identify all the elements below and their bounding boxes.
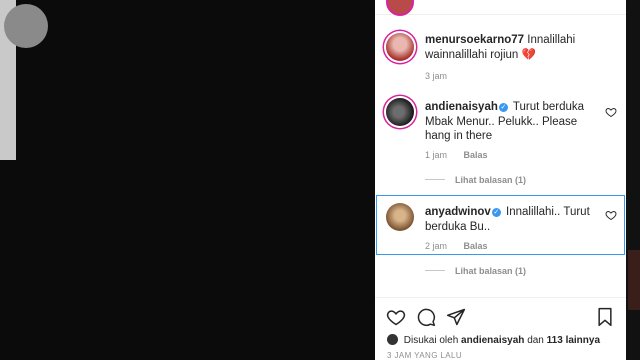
share-icon[interactable] — [446, 307, 466, 327]
avatar[interactable] — [386, 33, 414, 61]
avatar[interactable] — [386, 203, 414, 231]
likes-count[interactable]: 113 lainnya — [547, 335, 600, 346]
post-actions: Disukai oleh andienaisyah dan 113 lainny… — [375, 297, 626, 360]
avatar[interactable] — [386, 0, 414, 16]
divider — [425, 270, 445, 271]
comment-meta: 1 jam Balas — [425, 150, 502, 160]
likes-summary: Disukai oleh andienaisyah dan 113 lainny… — [387, 334, 600, 346]
likes-prefix: Disukai oleh — [403, 335, 459, 346]
background-thumbnail — [0, 0, 48, 160]
view-replies-label: Lihat balasan (1) — [455, 266, 527, 276]
view-replies-button[interactable]: Lihat balasan (1) — [425, 266, 526, 276]
verified-badge-icon: ✓ — [491, 208, 501, 217]
comment-text: anyadwinov ✓ Innalillahi.. Turut berduka … — [425, 205, 595, 234]
comment-icon[interactable] — [416, 307, 436, 327]
comment-time[interactable]: 1 jam — [425, 150, 447, 160]
comment-text: menursoekarno77 Innalillahi wainnalillah… — [425, 33, 595, 62]
comment-meta: 2 jam Balas — [425, 241, 502, 251]
likes-middle: dan — [527, 335, 544, 346]
bookmark-icon[interactable] — [595, 307, 615, 327]
heart-icon[interactable] — [605, 209, 617, 221]
comment-username[interactable]: andienaisyah — [425, 101, 498, 113]
comment-time[interactable]: 2 jam — [425, 241, 447, 251]
avatar[interactable] — [386, 98, 414, 126]
reply-button[interactable]: Balas — [464, 150, 488, 160]
video-area — [0, 0, 375, 360]
comment-username[interactable]: menursoekarno77 — [425, 34, 524, 46]
background-right-deco — [628, 250, 640, 310]
likes-user[interactable]: andienaisyah — [461, 335, 524, 346]
comment-meta: 3 jam — [425, 71, 461, 81]
comment-time[interactable]: 3 jam — [425, 71, 447, 81]
comments-panel[interactable]: menursoekarno77 Innalillahi wainnalillah… — [375, 0, 626, 360]
verified-badge-icon: ✓ — [498, 103, 508, 112]
like-heart-icon[interactable] — [386, 307, 406, 327]
reply-button[interactable]: Balas — [464, 241, 488, 251]
comment-username[interactable]: anyadwinov — [425, 206, 491, 218]
avatar — [387, 334, 398, 345]
post-header — [375, 0, 626, 16]
heart-icon[interactable] — [605, 106, 617, 118]
view-replies-button[interactable]: Lihat balasan (1) — [425, 175, 526, 185]
divider — [425, 179, 445, 180]
post-timestamp[interactable]: 3 JAM YANG LALU — [387, 351, 462, 360]
view-replies-label: Lihat balasan (1) — [455, 175, 527, 185]
comment-text: andienaisyah ✓ Turut berduka Mbak Menur..… — [425, 100, 595, 144]
